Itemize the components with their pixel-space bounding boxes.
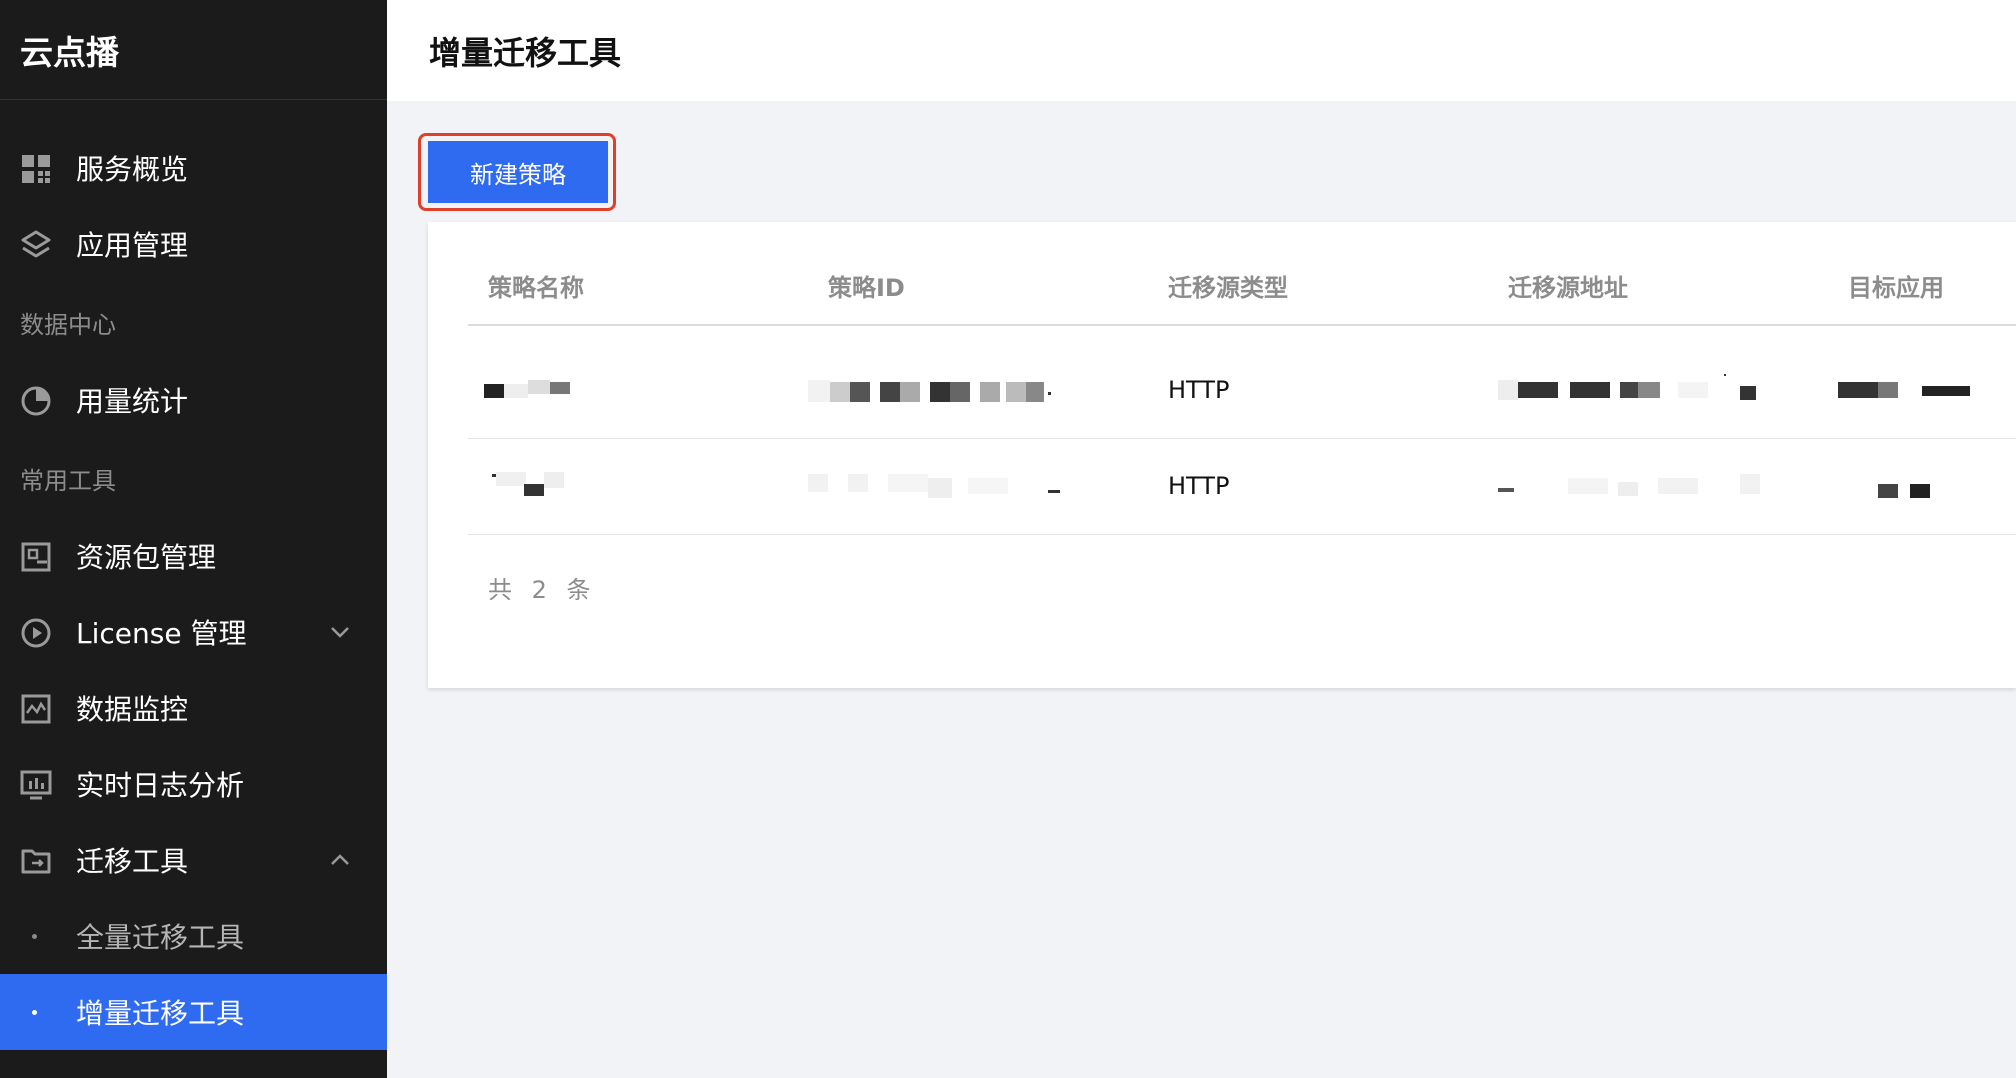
sidebar-item-realtime-log[interactable]: 实时日志分析 bbox=[0, 746, 387, 822]
sidebar-item-data-monitoring[interactable]: 数据监控 bbox=[0, 670, 387, 746]
sidebar-item-label: 用量统计 bbox=[76, 385, 189, 418]
brand-title: 云点播 bbox=[0, 0, 387, 100]
sidebar-item-app-management[interactable]: 应用管理 bbox=[0, 206, 387, 282]
target-app-cell-redacted bbox=[1838, 342, 2016, 438]
strategy-id-cell-redacted bbox=[808, 342, 1108, 438]
column-header-strategy-id: 策略ID bbox=[828, 274, 905, 302]
source-address-cell-redacted bbox=[1498, 342, 1798, 438]
sidebar-item-label: 服务概览 bbox=[76, 153, 189, 186]
table-header: 策略名称 策略ID 迁移源类型 迁移源地址 目标应用 bbox=[468, 268, 2016, 326]
sidebar-item-label: License 管理 bbox=[76, 617, 247, 650]
sidebar-subitem-label: 增量迁移工具 bbox=[76, 997, 245, 1030]
column-header-source-address: 迁移源地址 bbox=[1508, 274, 1628, 302]
source-type-cell: HTTP bbox=[1168, 376, 1230, 404]
sidebar-item-label: 数据监控 bbox=[76, 693, 189, 726]
sidebar-subitem-incremental-migration[interactable]: 增量迁移工具 bbox=[0, 974, 387, 1050]
group-label-data-center: 数据中心 bbox=[20, 310, 116, 339]
sidebar-item-label: 应用管理 bbox=[76, 229, 189, 262]
column-header-source-type: 迁移源类型 bbox=[1168, 274, 1288, 302]
sidebar-item-resource-packages[interactable]: 资源包管理 bbox=[0, 518, 387, 594]
chevron-down-icon[interactable] bbox=[328, 622, 352, 642]
screen-analytics-icon bbox=[20, 770, 52, 800]
sidebar: 云点播 服务概览 应用管理 数据中心 用量统计 常用工具 资源包管理 Licen… bbox=[0, 0, 387, 1078]
page-title: 增量迁移工具 bbox=[429, 33, 622, 72]
table-total-count: 共 2 条 bbox=[488, 576, 597, 604]
table-row[interactable]: HTTP bbox=[468, 438, 2016, 535]
strategy-name-cell-redacted bbox=[468, 438, 768, 534]
bullet-dot-icon bbox=[32, 934, 37, 939]
sidebar-item-license-management[interactable]: License 管理 bbox=[0, 594, 387, 670]
strategy-table-card: 策略名称 策略ID 迁移源类型 迁移源地址 目标应用 HTTP HTTP 共 2… bbox=[428, 222, 2016, 688]
sidebar-item-label: 实时日志分析 bbox=[76, 769, 245, 802]
dashboard-grid-icon bbox=[22, 155, 50, 183]
bullet-dot-icon bbox=[32, 1010, 37, 1015]
strategy-name-cell-redacted bbox=[468, 342, 768, 438]
new-strategy-button[interactable]: 新建策略 bbox=[428, 141, 608, 203]
sidebar-item-usage-stats[interactable]: 用量统计 bbox=[0, 362, 387, 438]
source-address-cell-redacted bbox=[1498, 438, 1798, 534]
page-header: 增量迁移工具 bbox=[387, 0, 2016, 101]
play-circle-icon bbox=[21, 618, 51, 648]
target-app-cell-redacted bbox=[1838, 438, 2016, 534]
monitor-chart-icon bbox=[21, 694, 51, 724]
sidebar-subitem-label: 全量迁移工具 bbox=[76, 921, 245, 954]
sidebar-item-label: 迁移工具 bbox=[76, 845, 189, 878]
folder-transfer-icon bbox=[21, 849, 51, 874]
sidebar-item-migration-tools[interactable]: 迁移工具 bbox=[0, 822, 387, 898]
sidebar-item-label: 资源包管理 bbox=[76, 541, 217, 574]
chevron-up-icon[interactable] bbox=[328, 850, 352, 870]
pie-chart-icon bbox=[21, 386, 51, 416]
column-header-strategy-name: 策略名称 bbox=[488, 274, 584, 302]
sidebar-item-overview[interactable]: 服务概览 bbox=[0, 130, 387, 206]
table-row[interactable]: HTTP bbox=[468, 342, 2016, 439]
source-type-cell: HTTP bbox=[1168, 472, 1230, 500]
column-header-target-app: 目标应用 bbox=[1848, 274, 1944, 302]
sidebar-subitem-full-migration[interactable]: 全量迁移工具 bbox=[0, 898, 387, 974]
group-label-common-tools: 常用工具 bbox=[20, 466, 116, 495]
strategy-id-cell-redacted bbox=[808, 438, 1108, 534]
layers-icon bbox=[21, 230, 51, 258]
package-icon bbox=[21, 542, 51, 572]
